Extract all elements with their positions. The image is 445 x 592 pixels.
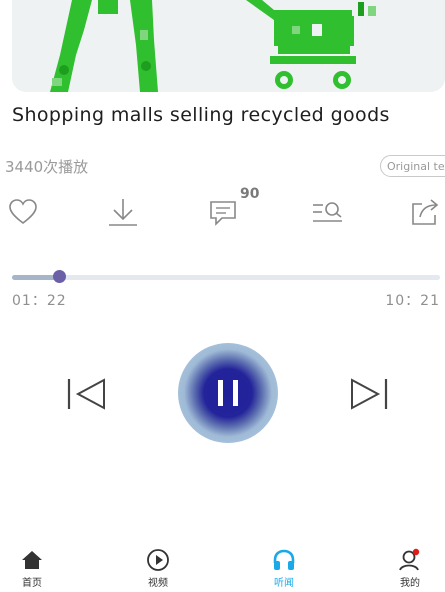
- progress-thumb[interactable]: [53, 270, 67, 283]
- progress-track: [12, 275, 440, 280]
- share-icon: [412, 199, 439, 225]
- play-count: 3440次播放: [5, 158, 89, 176]
- user-profile-icon: [399, 548, 420, 571]
- playlist-search-button[interactable]: [310, 196, 344, 228]
- tab-profile[interactable]: 我的: [380, 540, 440, 592]
- tab-video-label: 视频: [148, 578, 168, 589]
- original-text-button[interactable]: Original tex: [380, 155, 445, 177]
- tab-profile-label: 我的: [400, 578, 420, 589]
- progress-fill: [12, 275, 60, 280]
- list-search-icon: [313, 202, 342, 222]
- recycled-goods-illustration: [50, 0, 376, 92]
- download-button[interactable]: [106, 196, 140, 228]
- tab-home[interactable]: 首页: [2, 540, 62, 592]
- comment-count: 90: [240, 186, 260, 202]
- tab-listen[interactable]: 听闻: [254, 540, 314, 592]
- comment-icon: [210, 201, 236, 226]
- next-track-button[interactable]: [348, 377, 390, 411]
- tab-home-label: 首页: [22, 578, 42, 589]
- share-button[interactable]: [408, 196, 442, 228]
- download-icon: [109, 199, 137, 226]
- home-icon: [22, 551, 42, 569]
- notification-dot: [412, 548, 420, 556]
- tab-video[interactable]: 视频: [128, 540, 188, 592]
- tab-listen-label: 听闻: [274, 578, 294, 589]
- previous-track-button[interactable]: [66, 377, 108, 411]
- video-play-icon: [147, 549, 169, 571]
- skip-next-icon: [351, 378, 388, 410]
- elapsed-time: 01：22: [12, 293, 67, 309]
- total-duration: 10：21: [385, 293, 440, 309]
- play-pause-button[interactable]: [178, 343, 278, 443]
- pause-icon: [218, 380, 238, 406]
- like-button[interactable]: [6, 196, 40, 228]
- cover-image: [12, 0, 445, 92]
- heart-icon: [9, 199, 37, 225]
- progress-slider[interactable]: [12, 270, 440, 284]
- bottom-tab-bar: 首页 视频 听闻 我的: [0, 540, 445, 592]
- comment-button[interactable]: [208, 196, 242, 228]
- headphones-icon: [273, 549, 295, 570]
- article-title: Shopping malls selling recycled goods: [12, 104, 390, 126]
- skip-previous-icon: [67, 378, 105, 410]
